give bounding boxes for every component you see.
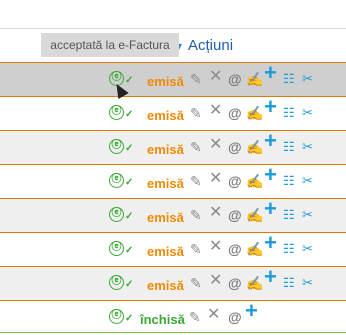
- payment-icon[interactable]: ✍: [246, 208, 263, 222]
- table-row[interactable]: ⓔ ✓ emisă ✎ ✕ @ ✍ + ☷ ✂: [0, 164, 346, 199]
- check-icon: ✓: [125, 313, 134, 324]
- efactura-icon[interactable]: ⓔ: [109, 241, 124, 256]
- check-icon: ✓: [125, 177, 134, 188]
- add-icon[interactable]: +: [264, 130, 277, 152]
- invoice-icon[interactable]: ☷: [283, 208, 295, 222]
- invoice-icon[interactable]: ☷: [283, 72, 295, 86]
- invoice-icon[interactable]: ☷: [283, 140, 295, 154]
- add-icon[interactable]: +: [264, 96, 277, 118]
- delete-icon[interactable]: ✕: [209, 171, 222, 187]
- table-row[interactable]: ⓔ ✓ emisă ✎ ✕ @ ✍ + ☷ ✂: [0, 266, 346, 301]
- invoice-rows: ⓔ ✓ emisă ✎ ✕ @ ✍ + ☷ ✂ ⓔ ✓ emisă ✎ ✕ @ …: [0, 62, 346, 333]
- add-icon[interactable]: +: [264, 232, 277, 254]
- status-label: emisă: [147, 176, 184, 191]
- email-icon[interactable]: @: [228, 208, 242, 222]
- status-label: emisă: [147, 244, 184, 259]
- delete-icon[interactable]: ✕: [209, 103, 222, 119]
- delete-icon[interactable]: ✕: [207, 307, 220, 323]
- email-icon[interactable]: @: [228, 72, 242, 86]
- edit-icon[interactable]: ✎: [190, 242, 202, 256]
- check-icon: ✓: [125, 109, 134, 120]
- check-icon: ✓: [125, 245, 134, 256]
- add-icon[interactable]: +: [264, 266, 277, 288]
- table-row[interactable]: ⓔ ✓ emisă ✎ ✕ @ ✍ + ☷ ✂: [0, 232, 346, 267]
- add-icon[interactable]: +: [245, 300, 258, 322]
- payment-icon[interactable]: ✍: [246, 174, 263, 188]
- check-icon: ✓: [125, 279, 134, 290]
- email-icon[interactable]: @: [228, 276, 242, 290]
- payment-icon[interactable]: ✍: [246, 276, 263, 290]
- check-icon: ✓: [125, 143, 134, 154]
- edit-icon[interactable]: ✎: [189, 310, 201, 324]
- email-icon[interactable]: @: [228, 310, 242, 324]
- table-row[interactable]: ⓔ ✓ închisă ✎ ✕ @ +: [0, 300, 346, 333]
- check-icon: ✓: [125, 75, 134, 86]
- payment-icon[interactable]: ✍: [246, 242, 263, 256]
- edit-icon[interactable]: ✎: [190, 208, 202, 222]
- invoice-icon[interactable]: ☷: [283, 106, 295, 120]
- efactura-icon[interactable]: ⓔ: [109, 275, 124, 290]
- invoice-icon[interactable]: ☷: [283, 242, 295, 256]
- edit-icon[interactable]: ✎: [190, 140, 202, 154]
- invoice-icon[interactable]: ☷: [283, 276, 295, 290]
- add-icon[interactable]: +: [264, 198, 277, 220]
- tools-icon[interactable]: ✂: [302, 208, 313, 222]
- table-row[interactable]: ⓔ ✓ emisă ✎ ✕ @ ✍ + ☷ ✂: [0, 130, 346, 165]
- edit-icon[interactable]: ✎: [190, 106, 202, 120]
- actions-header-label: Acțiuni: [188, 37, 234, 54]
- payment-icon[interactable]: ✍: [246, 140, 263, 154]
- status-label: emisă: [147, 74, 184, 89]
- delete-icon[interactable]: ✕: [209, 137, 222, 153]
- status-label: închisă: [140, 312, 185, 327]
- payment-icon[interactable]: ✍: [246, 72, 263, 86]
- add-icon[interactable]: +: [264, 164, 277, 186]
- table-row[interactable]: ⓔ ✓ emisă ✎ ✕ @ ✍ + ☷ ✂: [0, 62, 346, 97]
- efactura-tooltip: acceptată la e-Factura: [41, 33, 179, 57]
- efactura-icon[interactable]: ⓔ: [109, 309, 124, 324]
- delete-icon[interactable]: ✕: [209, 239, 222, 255]
- email-icon[interactable]: @: [228, 242, 242, 256]
- delete-icon[interactable]: ✕: [209, 273, 222, 289]
- delete-icon[interactable]: ✕: [209, 205, 222, 221]
- tools-icon[interactable]: ✂: [302, 276, 313, 290]
- table-row[interactable]: ⓔ ✓ emisă ✎ ✕ @ ✍ + ☷ ✂: [0, 198, 346, 233]
- status-label: emisă: [147, 210, 184, 225]
- edit-icon[interactable]: ✎: [190, 276, 202, 290]
- invoice-icon[interactable]: ☷: [283, 174, 295, 188]
- payment-icon[interactable]: ✍: [246, 106, 263, 120]
- email-icon[interactable]: @: [228, 140, 242, 154]
- add-icon[interactable]: +: [264, 62, 277, 84]
- check-icon: ✓: [125, 211, 134, 222]
- edit-icon[interactable]: ✎: [190, 72, 202, 86]
- tools-icon[interactable]: ✂: [302, 242, 313, 256]
- status-label: emisă: [147, 278, 184, 293]
- tools-icon[interactable]: ✂: [302, 174, 313, 188]
- tools-icon[interactable]: ✂: [302, 106, 313, 120]
- efactura-icon[interactable]: ⓔ: [109, 207, 124, 222]
- status-label: emisă: [147, 142, 184, 157]
- efactura-icon[interactable]: ⓔ: [109, 105, 124, 120]
- tools-icon[interactable]: ✂: [302, 140, 313, 154]
- efactura-icon[interactable]: ⓔ: [109, 173, 124, 188]
- email-icon[interactable]: @: [228, 106, 242, 120]
- email-icon[interactable]: @: [228, 174, 242, 188]
- edit-icon[interactable]: ✎: [190, 174, 202, 188]
- tools-icon[interactable]: ✂: [302, 72, 313, 86]
- table-row[interactable]: ⓔ ✓ emisă ✎ ✕ @ ✍ + ☷ ✂: [0, 96, 346, 131]
- delete-icon[interactable]: ✕: [209, 69, 222, 85]
- status-label: emisă: [147, 108, 184, 123]
- efactura-icon[interactable]: ⓔ: [109, 139, 124, 154]
